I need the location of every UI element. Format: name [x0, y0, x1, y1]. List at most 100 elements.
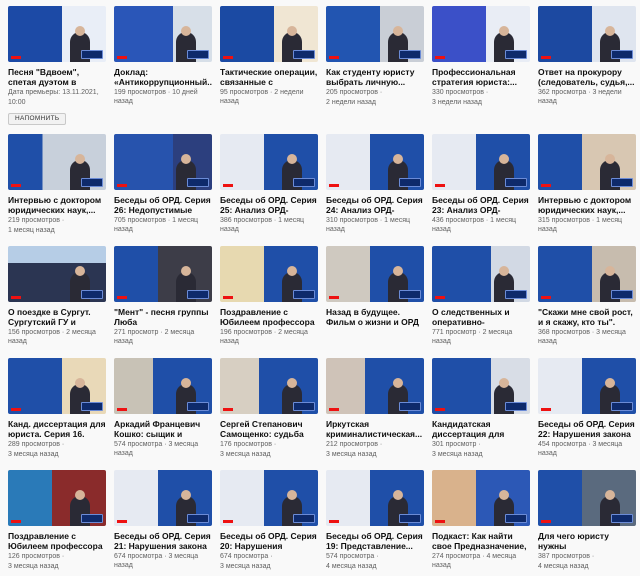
video-title[interactable]: Кандидатская диссертация для юриста. Сер… [432, 419, 530, 439]
video-card[interactable]: Беседы об ОРД. Серия 19: Представление..… [326, 470, 424, 571]
video-title[interactable]: Беседы об ОРД. Серия 19: Представление..… [326, 531, 424, 551]
video-card[interactable]: Беседы об ОРД. Серия 24: Анализ ОРД-конс… [326, 134, 424, 234]
video-title[interactable]: Беседы об ОРД. Серия 24: Анализ ОРД-конс… [326, 195, 424, 215]
thumbnail-face [499, 266, 509, 276]
video-card[interactable]: Интервью с доктором юридических наук,...… [8, 134, 106, 235]
video-card[interactable]: Беседы об ОРД. Серия 23: Анализ ОРД-конс… [432, 134, 530, 234]
watch-progress [117, 56, 127, 59]
video-card[interactable]: Аркадий Францевич Кошко: сыщик и кримина… [114, 358, 212, 458]
video-card[interactable]: Поздравление с Юбилеем профессора Алекса… [8, 470, 106, 571]
video-thumbnail[interactable] [326, 358, 424, 414]
video-card[interactable]: Канд. диссертация для юриста. Серия 16. … [8, 358, 106, 459]
video-card[interactable]: Сергей Степанович Самощенко: судьба в...… [220, 358, 318, 459]
video-thumbnail[interactable] [220, 134, 318, 190]
video-card[interactable]: О поездке в Сургут. Сургутский ГУ и колл… [8, 246, 106, 346]
video-card[interactable]: Кандидатская диссертация для юриста. Сер… [432, 358, 530, 459]
remind-button[interactable]: НАПОМНИТЬ [8, 113, 67, 125]
video-title[interactable]: Беседы об ОРД. Серия 26: Недопустимые ре… [114, 195, 212, 215]
video-card[interactable]: Иркутская криминалистическая... 212 просм… [326, 358, 424, 459]
video-card[interactable]: Как студенту юристу выбрать личную... 205… [326, 6, 424, 107]
video-title[interactable]: Интервью с доктором юридических наук,... [8, 195, 106, 215]
thumbnail-face [605, 490, 615, 500]
video-thumbnail[interactable] [326, 470, 424, 526]
video-thumbnail[interactable] [432, 134, 530, 190]
video-title[interactable]: Беседы об ОРД. Серия 22: Нарушения закон… [538, 419, 636, 439]
video-card[interactable]: Беседы об ОРД. Серия 25: Анализ ОРД-конс… [220, 134, 318, 234]
video-thumbnail[interactable] [8, 358, 106, 414]
video-title[interactable]: "Мент" - песня группы Люба [114, 307, 212, 327]
thumbnail-face [605, 266, 615, 276]
channel-logo [611, 290, 633, 299]
video-thumbnail[interactable] [114, 358, 212, 414]
video-title[interactable]: Канд. диссертация для юриста. Серия 16. … [8, 419, 106, 439]
video-card[interactable]: Для чего юристу нужны криминалистика и О… [538, 470, 636, 571]
video-thumbnail[interactable] [114, 6, 212, 62]
video-title[interactable]: Ответ на прокурору (следователь, судья,.… [538, 67, 636, 87]
video-card[interactable]: О следственных и оперативно-розыскных...… [432, 246, 530, 346]
video-title[interactable]: Беседы об ОРД. Серия 20: Нарушения поряд… [220, 531, 318, 551]
video-title[interactable]: Для чего юристу нужны криминалистика и О… [538, 531, 636, 551]
video-thumbnail[interactable] [114, 470, 212, 526]
video-title[interactable]: Профессиональная стратегия юриста:... [432, 67, 530, 87]
video-title[interactable]: Беседы об ОРД. Серия 23: Анализ ОРД-конс… [432, 195, 530, 215]
video-thumbnail[interactable] [326, 134, 424, 190]
video-title[interactable]: О следственных и оперативно-розыскных... [432, 307, 530, 327]
video-card[interactable]: Поздравление с Юбилеем профессора Татьян… [220, 246, 318, 346]
watch-progress [11, 184, 21, 187]
video-title[interactable]: Беседы об ОРД. Серия 25: Анализ ОРД-конс… [220, 195, 318, 215]
video-meta-date: 3 месяца назад [326, 451, 377, 458]
video-card[interactable]: Профессиональная стратегия юриста:... 330… [432, 6, 530, 107]
video-thumbnail[interactable] [538, 6, 636, 62]
video-thumbnail[interactable] [220, 358, 318, 414]
video-thumbnail[interactable] [220, 6, 318, 62]
video-title[interactable]: "Скажи мне свой рост, и я скажу, кто ты"… [538, 307, 636, 327]
video-thumbnail[interactable] [538, 134, 636, 190]
video-title[interactable]: Сергей Степанович Самощенко: судьба в... [220, 419, 318, 439]
video-card[interactable]: Интервью с доктором юридических наук,...… [538, 134, 636, 234]
video-thumbnail[interactable] [432, 6, 530, 62]
video-card[interactable]: Подкаст: Как найти свое Предназначение, … [432, 470, 530, 570]
video-title[interactable]: Подкаст: Как найти свое Предназначение, … [432, 531, 530, 551]
video-card[interactable]: "Мент" - песня группы Люба 271 просмотр ·… [114, 246, 212, 346]
video-thumbnail[interactable] [8, 470, 106, 526]
video-card[interactable]: Тактические операции, связанные с «пресе… [220, 6, 318, 106]
video-thumbnail[interactable] [538, 470, 636, 526]
video-card[interactable]: Ответ на прокурору (следователь, судья,.… [538, 6, 636, 106]
video-title[interactable]: Назад в будущее. Фильм о жизни и ОРД И. … [326, 307, 424, 327]
video-thumbnail[interactable] [326, 6, 424, 62]
video-thumbnail[interactable] [8, 134, 106, 190]
video-thumbnail[interactable] [114, 246, 212, 302]
video-title[interactable]: Поздравление с Юбилеем профессора Алекса… [8, 531, 106, 551]
video-title[interactable]: Иркутская криминалистическая... [326, 419, 424, 439]
video-thumbnail[interactable] [538, 358, 636, 414]
video-title[interactable]: Интервью с доктором юридических наук,... [538, 195, 636, 215]
video-title[interactable]: Аркадий Францевич Кошко: сыщик и кримина… [114, 419, 212, 439]
video-thumbnail[interactable] [432, 246, 530, 302]
video-card[interactable]: "Скажи мне свой рост, и я скажу, кто ты"… [538, 246, 636, 346]
video-title[interactable]: Песня "Вдвоем", спетая дуэтом в Народной… [8, 67, 106, 87]
video-thumbnail[interactable] [432, 358, 530, 414]
video-title[interactable]: Как студенту юристу выбрать личную... [326, 67, 424, 87]
video-card[interactable]: Беседы об ОРД. Серия 21: Нарушения закон… [114, 470, 212, 570]
video-card[interactable]: Доклад: «Антикоррупционный... 199 просмот… [114, 6, 212, 106]
video-title[interactable]: Тактические операции, связанные с «пресе… [220, 67, 318, 87]
video-card[interactable]: Беседы об ОРД. Серия 26: Недопустимые ре… [114, 134, 212, 234]
video-card[interactable]: Назад в будущее. Фильм о жизни и ОРД И. … [326, 246, 424, 327]
video-title[interactable]: Беседы об ОРД. Серия 21: Нарушения закон… [114, 531, 212, 551]
video-title[interactable]: Доклад: «Антикоррупционный... [114, 67, 212, 87]
video-meta-date: 3 месяца назад [432, 451, 483, 458]
video-thumbnail[interactable] [8, 246, 106, 302]
video-thumbnail[interactable] [432, 470, 530, 526]
video-title[interactable]: Поздравление с Юбилеем профессора Татьян… [220, 307, 318, 327]
video-thumbnail[interactable] [220, 470, 318, 526]
video-thumbnail[interactable] [114, 134, 212, 190]
video-thumbnail[interactable] [326, 246, 424, 302]
video-thumbnail[interactable] [538, 246, 636, 302]
video-thumbnail[interactable] [8, 6, 106, 62]
video-card[interactable]: Беседы об ОРД. Серия 20: Нарушения поряд… [220, 470, 318, 571]
video-title[interactable]: О поездке в Сургут. Сургутский ГУ и колл… [8, 307, 106, 327]
video-card[interactable]: Беседы об ОРД. Серия 22: Нарушения закон… [538, 358, 636, 458]
video-thumbnail[interactable] [220, 246, 318, 302]
video-card[interactable]: Песня "Вдвоем", спетая дуэтом в Народной… [8, 6, 106, 125]
channel-logo [505, 402, 527, 411]
